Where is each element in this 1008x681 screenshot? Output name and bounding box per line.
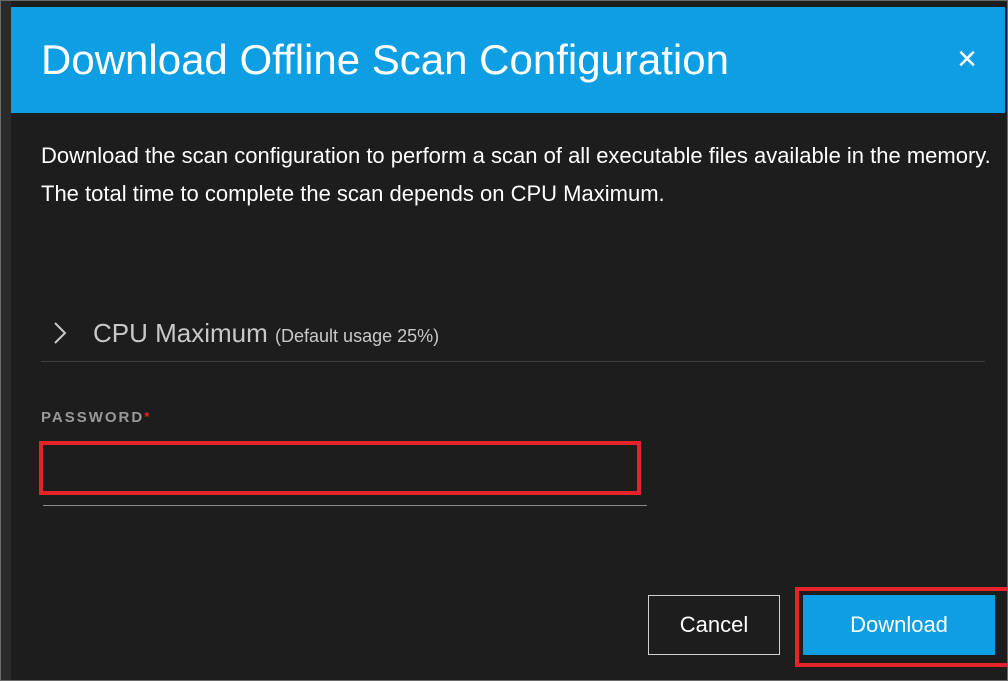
password-label: PASSWORD*	[41, 409, 149, 426]
cpu-maximum-hint: (Default usage 25%)	[275, 326, 440, 346]
password-label-text: PASSWORD	[41, 409, 145, 426]
password-input[interactable]	[39, 441, 641, 495]
cpu-maximum-label: CPU Maximum (Default usage 25%)	[93, 317, 439, 352]
password-underline	[43, 505, 647, 506]
required-mark: *	[144, 409, 150, 424]
chevron-right-icon	[54, 322, 67, 344]
close-icon[interactable]: ×	[947, 37, 987, 81]
download-scan-dialog: Download Offline Scan Configuration × Do…	[0, 0, 1008, 681]
download-button[interactable]: Download	[803, 595, 995, 655]
window-edge	[1, 1, 11, 680]
cancel-button[interactable]: Cancel	[648, 595, 780, 655]
cpu-maximum-toggle[interactable]: CPU Maximum (Default usage 25%)	[41, 313, 985, 362]
dialog-description: Download the scan configuration to perfo…	[41, 143, 991, 206]
cpu-maximum-title: CPU Maximum	[93, 318, 268, 348]
dialog-header: Download Offline Scan Configuration ×	[11, 7, 1005, 113]
dialog-title: Download Offline Scan Configuration	[41, 36, 729, 83]
dialog-body: Download the scan configuration to perfo…	[11, 113, 1007, 680]
